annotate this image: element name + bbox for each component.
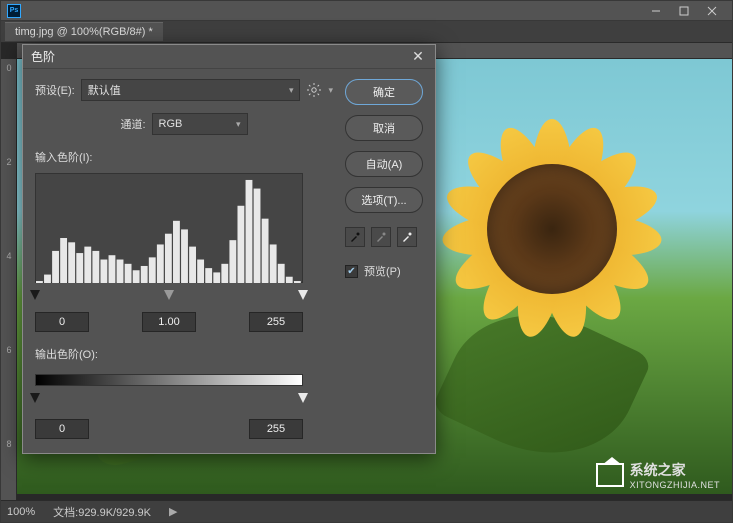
ruler-vertical[interactable]: 0 2 4 6 8: [1, 59, 17, 522]
status-bar: 100% 文档:929.9K/929.9K ▶: [1, 500, 732, 522]
document-tab-bar: timg.jpg @ 100%(RGB/8#) *: [1, 21, 732, 43]
chevron-down-icon: ▾: [289, 85, 294, 96]
channel-label: 通道:: [120, 116, 145, 132]
input-black-field[interactable]: [35, 312, 89, 332]
dialog-titlebar[interactable]: 色阶 ✕: [23, 45, 435, 69]
input-gamma-slider[interactable]: [164, 290, 174, 300]
app-titlebar[interactable]: Ps: [1, 1, 732, 21]
input-slider-track[interactable]: [35, 290, 303, 302]
preset-label: 预设(E):: [35, 82, 75, 98]
auto-button[interactable]: 自动(A): [345, 151, 423, 177]
image-decoration: [412, 89, 692, 369]
dialog-close-button[interactable]: ✕: [409, 48, 427, 66]
window-controls: [642, 1, 726, 21]
cancel-button[interactable]: 取消: [345, 115, 423, 141]
output-gradient: [35, 374, 303, 386]
input-white-slider[interactable]: [298, 290, 308, 300]
close-button[interactable]: [698, 1, 726, 21]
options-button[interactable]: 选项(T)...: [345, 187, 423, 213]
chevron-down-icon: ▾: [328, 85, 333, 96]
ruler-mark: 4: [1, 251, 17, 261]
eyedropper-black-button[interactable]: [345, 227, 365, 247]
ruler-mark: 8: [1, 439, 17, 449]
ruler-mark: 0: [1, 63, 17, 73]
maximize-button[interactable]: [670, 1, 698, 21]
document-tab[interactable]: timg.jpg @ 100%(RGB/8#) *: [5, 22, 163, 41]
minimize-button[interactable]: [642, 1, 670, 21]
output-black-field[interactable]: [35, 419, 89, 439]
preset-menu-button[interactable]: [306, 82, 322, 98]
input-white-field[interactable]: [249, 312, 303, 332]
output-levels-label: 输出色阶(O):: [35, 346, 333, 362]
watermark-logo-icon: [596, 463, 624, 487]
zoom-level[interactable]: 100%: [7, 506, 35, 518]
eyedropper-white-button[interactable]: [397, 227, 417, 247]
chevron-down-icon: ▾: [236, 119, 241, 130]
dialog-title: 色阶: [31, 48, 409, 65]
histogram: [35, 173, 303, 283]
input-gamma-field[interactable]: [142, 312, 196, 332]
preset-value: 默认值: [88, 82, 121, 98]
document-info[interactable]: 文档:929.9K/929.9K: [53, 504, 151, 520]
app-window: Ps timg.jpg @ 100%(RGB/8#) * 0 2 4 6 8: [0, 0, 733, 523]
watermark-bottom-right: 系统之家 XITONGZHIJIA.NET: [596, 460, 720, 490]
preset-select[interactable]: 默认值 ▾: [81, 79, 301, 101]
channel-value: RGB: [159, 118, 183, 130]
eyedropper-gray-button[interactable]: [371, 227, 391, 247]
preview-label: 预览(P): [364, 263, 401, 279]
input-levels-label: 输入色阶(I):: [35, 149, 333, 165]
watermark-brand-cn: 系统之家: [630, 460, 720, 480]
input-black-slider[interactable]: [30, 290, 40, 300]
photoshop-icon: Ps: [7, 4, 21, 18]
ruler-mark: 2: [1, 157, 17, 167]
ok-button[interactable]: 确定: [345, 79, 423, 105]
ruler-mark: 6: [1, 345, 17, 355]
status-arrow-icon[interactable]: ▶: [169, 505, 177, 518]
output-white-slider[interactable]: [298, 393, 308, 403]
watermark-brand-en: XITONGZHIJIA.NET: [630, 480, 720, 490]
channel-select[interactable]: RGB ▾: [152, 113, 248, 135]
output-black-slider[interactable]: [30, 393, 40, 403]
output-white-field[interactable]: [249, 419, 303, 439]
output-slider-track[interactable]: [35, 393, 303, 405]
levels-dialog: 色阶 ✕ 预设(E): 默认值 ▾ ▾ 通道:: [22, 44, 436, 454]
preview-checkbox[interactable]: ✔: [345, 265, 358, 278]
